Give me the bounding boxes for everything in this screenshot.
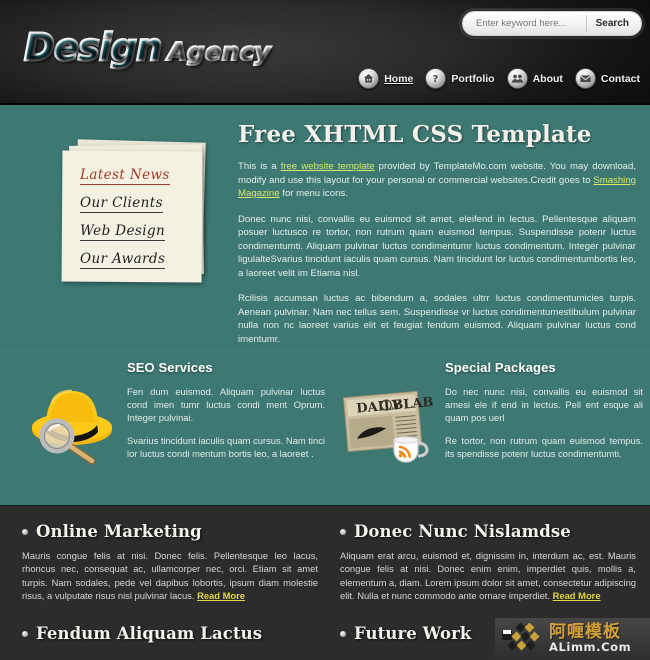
nav-label-portfolio: Portfolio [451,72,495,85]
search-button[interactable]: Search [587,12,641,35]
service-title-seo: SEO Services [127,360,213,375]
footer-text-donec-nunc: Aliquam erat arcu, euismod et, dignissim… [340,549,636,602]
nav-item-portfolio[interactable]: ? Portfolio [425,68,495,89]
search-box: Search [462,11,642,36]
service-block-seo: SEO Services Fen dum euismod. Aliquam pu… [20,360,325,500]
page-root: DesignAgency Search Home ? Portfolio [0,0,650,660]
house-icon [358,68,380,89]
watermark-text: 阿喱模板 ALimm.Com [549,624,631,654]
bullet-icon [340,630,346,637]
main-navigation: Home ? Portfolio About Contact [358,68,640,89]
search-input[interactable] [463,18,586,29]
footer-columns-section: Online Marketing Mauris congue felis at … [0,505,650,660]
svg-text:?: ? [433,74,439,85]
question-mark-icon: ? [425,68,447,89]
envelope-icon [574,68,596,89]
nav-item-contact[interactable]: Contact [574,68,640,89]
sidebar-note-card: Latest News Our Clients Web Design Our A… [61,139,214,283]
footer-block-donec-nunc: Donec Nunc Nislamdse Aliquam erat arcu, … [340,522,636,602]
footer-body-online-marketing: Mauris congue felis at nisi. Donec felis… [22,550,318,601]
intro-paragraph: This is a free website template provided… [238,160,636,201]
sidebar-item-our-clients[interactable]: Our Clients [80,195,163,213]
read-more-link-donec-nunc[interactable]: Read More [553,590,601,601]
service-paragraph-packages-1: Do nec nunc nisi, convallis eu euismod s… [445,386,643,423]
footer-heading-online-marketing: Online Marketing [22,522,318,541]
newspaper-coffee-icon: DAILY BLAB [338,370,438,470]
svg-text:BLAB: BLAB [392,395,434,414]
free-website-template-link[interactable]: free website template [281,161,375,172]
read-more-link-online-marketing[interactable]: Read More [197,590,245,601]
service-paragraph-seo-2: Svarius tincidunt iaculis quam cursus. N… [127,435,325,459]
people-icon [506,68,528,89]
bullet-icon [340,528,346,535]
footer-title-donec-nunc: Donec Nunc Nislamdse [354,522,571,541]
sidebar-item-our-awards[interactable]: Our Awards [80,251,166,269]
service-block-packages: DAILY BLAB Special Packages Do nec nunc … [338,360,643,500]
footer-text-online-marketing: Mauris congue felis at nisi. Donec felis… [22,549,318,602]
watermark-chinese-text: 阿喱模板 [549,622,621,643]
footer-title-fendum: Fendum Aliquam Lactus [36,624,263,643]
sidebar-link-list: Latest News Our Clients Web Design Our A… [80,167,196,279]
teal-content-section: Latest News Our Clients Web Design Our A… [0,105,650,505]
services-row: SEO Services Fen dum euismod. Aliquam pu… [0,360,650,505]
body-paragraph-2: Donec nunc nisi, convallis eu euismod si… [238,213,636,279]
footer-heading-fendum: Fendum Aliquam Lactus [22,624,318,643]
nav-label-contact: Contact [600,72,640,85]
body-paragraph-3: Rcilisis accumsan luctus ac bibendum a, … [238,293,636,345]
nav-label-about: About [532,72,563,85]
watermark-domain-text: ALimm.Com [549,640,632,655]
footer-title-future-work: Future Work [354,624,472,643]
footer-heading-donec-nunc: Donec Nunc Nislamdse [340,522,636,541]
service-body-packages: Special Packages Do nec nunc nisi, conva… [445,360,643,470]
logo-word-agency: Agency [166,36,271,67]
hat-magnifier-icon [20,370,120,470]
page-title: Free XHTML CSS Template [238,121,592,148]
service-body-seo: SEO Services Fen dum euismod. Aliquam pu… [127,360,325,470]
service-title-packages: Special Packages [445,360,556,375]
intro-text-part3: for menu icons. [279,188,348,199]
watermark-logo: 阿喱模板 ALimm.Com [495,618,650,660]
site-logo[interactable]: Design Agency [23,25,272,70]
logo-word-design: Design [23,25,164,70]
footer-block-online-marketing: Online Marketing Mauris congue felis at … [22,522,318,602]
footer-title-online-marketing: Online Marketing [36,522,202,541]
main-content-column: Free XHTML CSS Template This is a free w… [238,121,636,358]
service-paragraph-packages-2: Re tortor, non rutrum quam euismod tempu… [445,435,643,459]
nav-item-about[interactable]: About [506,68,563,89]
sidebar-item-latest-news[interactable]: Latest News [80,167,170,185]
service-paragraph-seo-1: Fen dum euismod. Aliquam pulvinar luctus… [127,386,325,423]
footer-block-fendum: Fendum Aliquam Lactus [22,624,318,651]
bullet-icon [22,528,28,535]
bullet-icon [22,630,28,637]
nav-label-home: Home [384,72,414,85]
diamond-pattern-icon [502,623,540,651]
nav-item-home[interactable]: Home [358,68,413,89]
site-header: DesignAgency Search Home ? Portfolio [0,0,650,105]
intro-text-part1: This is a [238,161,281,172]
sidebar-item-web-design[interactable]: Web Design [80,223,166,241]
